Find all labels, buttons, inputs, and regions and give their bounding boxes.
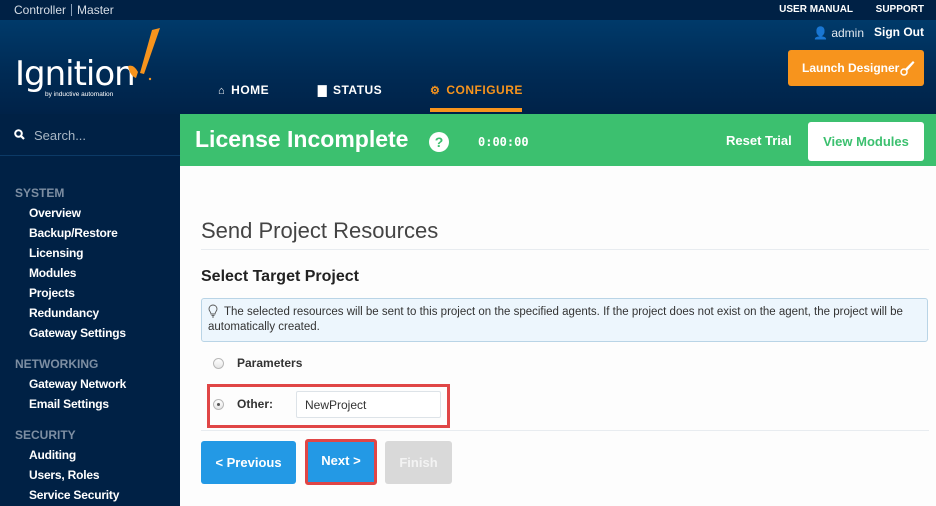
sidebar-item-projects[interactable]: Projects [29, 286, 75, 300]
logo-exclamation-icon [128, 28, 160, 81]
sign-out-link[interactable]: Sign Out [874, 25, 924, 39]
section-subtitle: Select Target Project [201, 268, 359, 285]
search-input[interactable] [34, 124, 174, 146]
context-label: Controller [14, 3, 67, 17]
previous-button[interactable]: < Previous [201, 441, 296, 484]
other-label[interactable]: Other: [237, 397, 273, 411]
sidebar-item-modules[interactable]: Modules [29, 266, 76, 280]
wrench-icon [900, 61, 915, 76]
sidebar-item-licensing[interactable]: Licensing [29, 246, 83, 260]
gear-icon: ⚙ [430, 85, 441, 97]
search-icon [14, 129, 25, 140]
nav-status-label: STATUS [332, 83, 383, 97]
license-status-title: License Incomplete [195, 126, 409, 152]
parameters-label[interactable]: Parameters [237, 356, 302, 370]
sidebar: SYSTEM Overview Backup/Restore Licensing… [0, 114, 180, 506]
ignition-logo[interactable]: Ignition by inductive automation [15, 26, 175, 106]
section-system: SYSTEM [15, 186, 65, 200]
reset-trial-link[interactable]: Reset Trial [726, 133, 792, 148]
nav-configure[interactable]: ⚙ CONFIGURE [430, 83, 523, 97]
sidebar-item-redundancy[interactable]: Redundancy [29, 306, 99, 320]
next-button[interactable]: Next > [305, 439, 377, 485]
trial-timer: 0:00:00 [478, 135, 529, 149]
sidebar-item-users-roles[interactable]: Users, Roles [29, 468, 100, 482]
active-nav-indicator [430, 108, 522, 112]
sidebar-item-gateway-settings[interactable]: Gateway Settings [29, 326, 126, 340]
help-icon[interactable]: ? [429, 132, 449, 152]
nav-home[interactable]: ⌂ HOME [218, 83, 269, 97]
user-icon: 👤 [813, 26, 828, 40]
context-divider [71, 4, 73, 16]
launch-designer-label: Launch Designer [802, 61, 900, 75]
home-icon: ⌂ [218, 85, 226, 97]
current-user[interactable]: 👤 admin [813, 26, 864, 40]
sidebar-item-service-security[interactable]: Service Security [29, 488, 119, 502]
top-bar: Controller Master USER MANUAL SUPPORT [0, 0, 936, 20]
other-project-input[interactable] [296, 391, 441, 418]
logo-wordmark: Ignition [15, 54, 136, 94]
section-networking: NETWORKING [15, 357, 99, 371]
section-security: SECURITY [15, 428, 76, 442]
page-title: Send Project Resources [201, 218, 439, 243]
main-content: Send Project Resources Select Target Pro… [180, 166, 936, 506]
sidebar-item-overview[interactable]: Overview [29, 206, 81, 220]
nav-configure-label: CONFIGURE [446, 83, 523, 97]
nav-status[interactable]: ▇ STATUS [318, 83, 382, 97]
parameters-radio[interactable] [213, 358, 224, 369]
support-link[interactable]: SUPPORT [876, 4, 924, 15]
license-banner: License Incomplete ? 0:00:00 Reset Trial… [180, 114, 936, 166]
launch-designer-button[interactable]: Launch Designer [788, 50, 924, 86]
info-text: The selected resources will be sent to t… [208, 306, 903, 333]
sidebar-item-gateway-network[interactable]: Gateway Network [29, 377, 126, 391]
logo-tagline: by inductive automation [45, 91, 114, 98]
form-divider [201, 430, 929, 431]
sidebar-item-email-settings[interactable]: Email Settings [29, 397, 109, 411]
user-manual-link[interactable]: USER MANUAL [779, 4, 853, 15]
sidebar-item-backup-restore[interactable]: Backup/Restore [29, 226, 118, 240]
info-callout: The selected resources will be sent to t… [201, 298, 928, 342]
view-modules-button[interactable]: View Modules [808, 122, 924, 161]
lightbulb-icon [208, 304, 218, 318]
gateway-context: Controller Master [14, 3, 114, 17]
nav-home-label: HOME [231, 83, 270, 97]
sidebar-search [0, 114, 180, 156]
other-radio[interactable] [213, 399, 224, 410]
bar-chart-icon: ▇ [318, 85, 327, 97]
username: admin [831, 26, 864, 40]
finish-button[interactable]: Finish [385, 441, 452, 484]
context-secondary-label: Master [77, 3, 114, 17]
header: Ignition by inductive automation ⌂ HOME ▇… [0, 20, 936, 114]
sidebar-item-auditing[interactable]: Auditing [29, 448, 76, 462]
title-divider [201, 249, 929, 250]
top-links: USER MANUAL SUPPORT [759, 4, 924, 15]
